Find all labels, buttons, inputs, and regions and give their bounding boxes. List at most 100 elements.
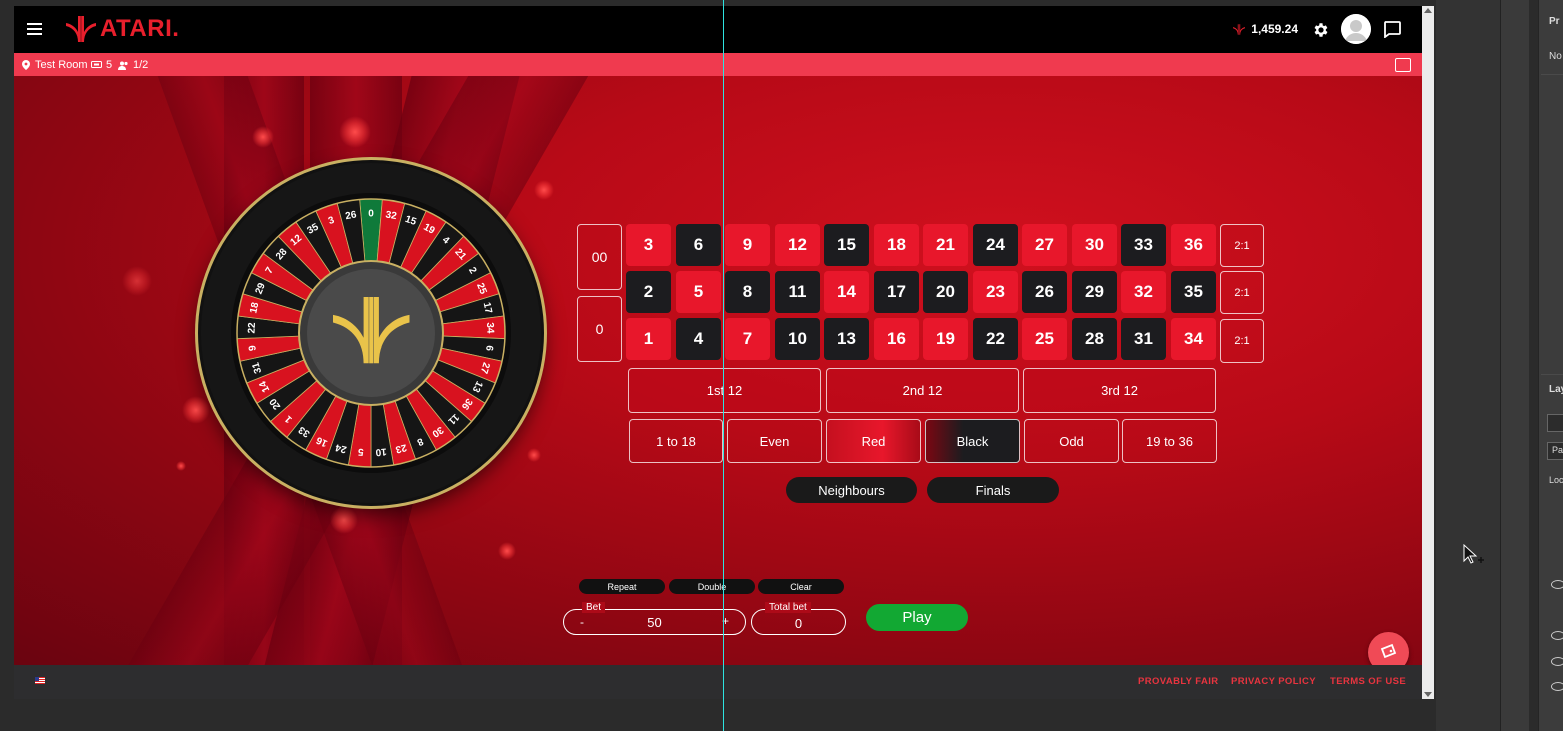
bet-number-27[interactable]: 27 [1022,224,1067,266]
bet-19-to-36[interactable]: 19 to 36 [1122,419,1217,463]
bet-number-8[interactable]: 8 [725,271,770,313]
bet-number-13[interactable]: 13 [824,318,869,360]
play-button[interactable]: Play [866,604,968,631]
bet-third-dozen[interactable]: 3rd 12 [1023,368,1216,413]
bet-number-26[interactable]: 26 [1022,271,1067,313]
bet-number-11[interactable]: 11 [775,271,820,313]
bet-amount-value[interactable]: 50 [564,615,745,630]
bet-number-31[interactable]: 31 [1121,318,1166,360]
bet-number-24[interactable]: 24 [973,224,1018,266]
room-tables-count: 5 [106,59,113,71]
bet-number-19[interactable]: 19 [923,318,968,360]
bet-red[interactable]: Red [826,419,921,463]
eye-icon[interactable] [1551,631,1563,640]
wheel-number: 22 [247,322,258,334]
side-panel-label: Pr [1549,16,1560,27]
ticket-icon [1380,643,1397,659]
bet-number-2[interactable]: 2 [626,271,671,313]
bokeh-light [498,542,516,560]
bet-number-4[interactable]: 4 [676,318,721,360]
eye-icon[interactable] [1551,682,1563,691]
bet-first-dozen[interactable]: 1st 12 [628,368,821,413]
bet-number-22[interactable]: 22 [973,318,1018,360]
total-bet-label: Total bet [765,602,811,613]
atari-logo[interactable]: ATARI. [66,15,179,43]
bet-even[interactable]: Even [727,419,822,463]
bet-number-14[interactable]: 14 [824,271,869,313]
bet-number-33[interactable]: 33 [1121,224,1166,266]
wheel-number: 10 [375,445,387,457]
bet-number-9[interactable]: 9 [725,224,770,266]
side-panel-search[interactable] [1547,414,1563,432]
side-panel: Pr No Lay Pa Loc [1538,0,1563,731]
provably-fair-link[interactable]: PROVABLY FAIR [1138,676,1219,687]
avatar[interactable] [1341,14,1371,44]
bet-number-35[interactable]: 35 [1171,271,1216,313]
bet-number-21[interactable]: 21 [923,224,968,266]
balance-amount: 1,459.24 [1251,22,1298,36]
bet-number-32[interactable]: 32 [1121,271,1166,313]
wheel-number: 26 [345,209,358,222]
bet-second-dozen[interactable]: 2nd 12 [826,368,1019,413]
bet-black[interactable]: Black [925,419,1020,463]
bet-number-36[interactable]: 36 [1171,224,1216,266]
bet-number-3[interactable]: 3 [626,224,671,266]
eye-icon[interactable] [1551,657,1563,666]
bet-number-12[interactable]: 12 [775,224,820,266]
wheel-number: 34 [484,322,495,334]
scrollbar[interactable] [1422,6,1434,699]
bet-number-1[interactable]: 1 [626,318,671,360]
bet-number-28[interactable]: 28 [1072,318,1117,360]
bet-zero[interactable]: 0 [577,296,622,362]
terms-of-use-link[interactable]: TERMS OF USE [1330,676,1406,687]
bet-number-15[interactable]: 15 [824,224,869,266]
roulette-wheel: 0 32 15 19 4 21 2 25 17 34 6 27 13 36 11 30 8 23 10 5 24 16 33… [198,160,544,506]
bokeh-light [176,461,186,471]
bet-number-18[interactable]: 18 [874,224,919,266]
bet-number-10[interactable]: 10 [775,318,820,360]
bet-1-to-18[interactable]: 1 to 18 [629,419,723,463]
bet-number-30[interactable]: 30 [1072,224,1117,266]
bet-number-6[interactable]: 6 [676,224,721,266]
bet-number-16[interactable]: 16 [874,318,919,360]
double-button[interactable]: Double [669,579,755,594]
menu-icon[interactable] [27,23,42,35]
location-pin-icon [22,60,30,70]
bet-amount-field: Bet - 50 + [563,602,746,635]
bet-number-29[interactable]: 29 [1072,271,1117,313]
bet-odd[interactable]: Odd [1024,419,1119,463]
clear-button[interactable]: Clear [758,579,844,594]
bet-number-25[interactable]: 25 [1022,318,1067,360]
bet-number-34[interactable]: 34 [1171,318,1216,360]
bet-number-17[interactable]: 17 [874,271,919,313]
bet-number-20[interactable]: 20 [923,271,968,313]
total-bet-field: Total bet 0 [751,602,846,635]
bet-column-middle[interactable]: 2:1 [1220,271,1264,314]
side-panel-select-text: Pa [1552,445,1563,455]
us-flag-icon[interactable] [35,677,45,684]
atari-fuji-icon [66,16,96,42]
exit-room-icon[interactable] [1395,58,1411,72]
finals-button[interactable]: Finals [927,477,1059,503]
eye-icon[interactable] [1551,580,1563,589]
room-name-text: Test Room [35,59,88,71]
editor-toolbar-column [1500,0,1529,731]
bet-number-23[interactable]: 23 [973,271,1018,313]
bet-column-top[interactable]: 2:1 [1220,224,1264,267]
side-panel-select[interactable]: Pa [1547,442,1563,460]
bet-number-7[interactable]: 7 [725,318,770,360]
bet-double-zero[interactable]: 00 [577,224,622,290]
room-info-bar: Test Room 5 1/2 [14,53,1422,76]
repeat-button[interactable]: Repeat [579,579,665,594]
roulette-wheel-graphic: 0 32 1519421225173462713361130823105241633… [201,163,541,503]
neighbours-button[interactable]: Neighbours [786,477,917,503]
bet-number-5[interactable]: 5 [676,271,721,313]
support-chat-button[interactable] [1368,632,1409,665]
guide-line [723,0,724,731]
mouse-cursor-icon [1463,544,1484,564]
bokeh-light [122,266,152,296]
gear-icon[interactable] [1312,21,1330,39]
privacy-policy-link[interactable]: PRIVACY POLICY [1231,676,1316,687]
chat-icon[interactable] [1383,21,1401,38]
bet-column-bottom[interactable]: 2:1 [1220,319,1264,363]
